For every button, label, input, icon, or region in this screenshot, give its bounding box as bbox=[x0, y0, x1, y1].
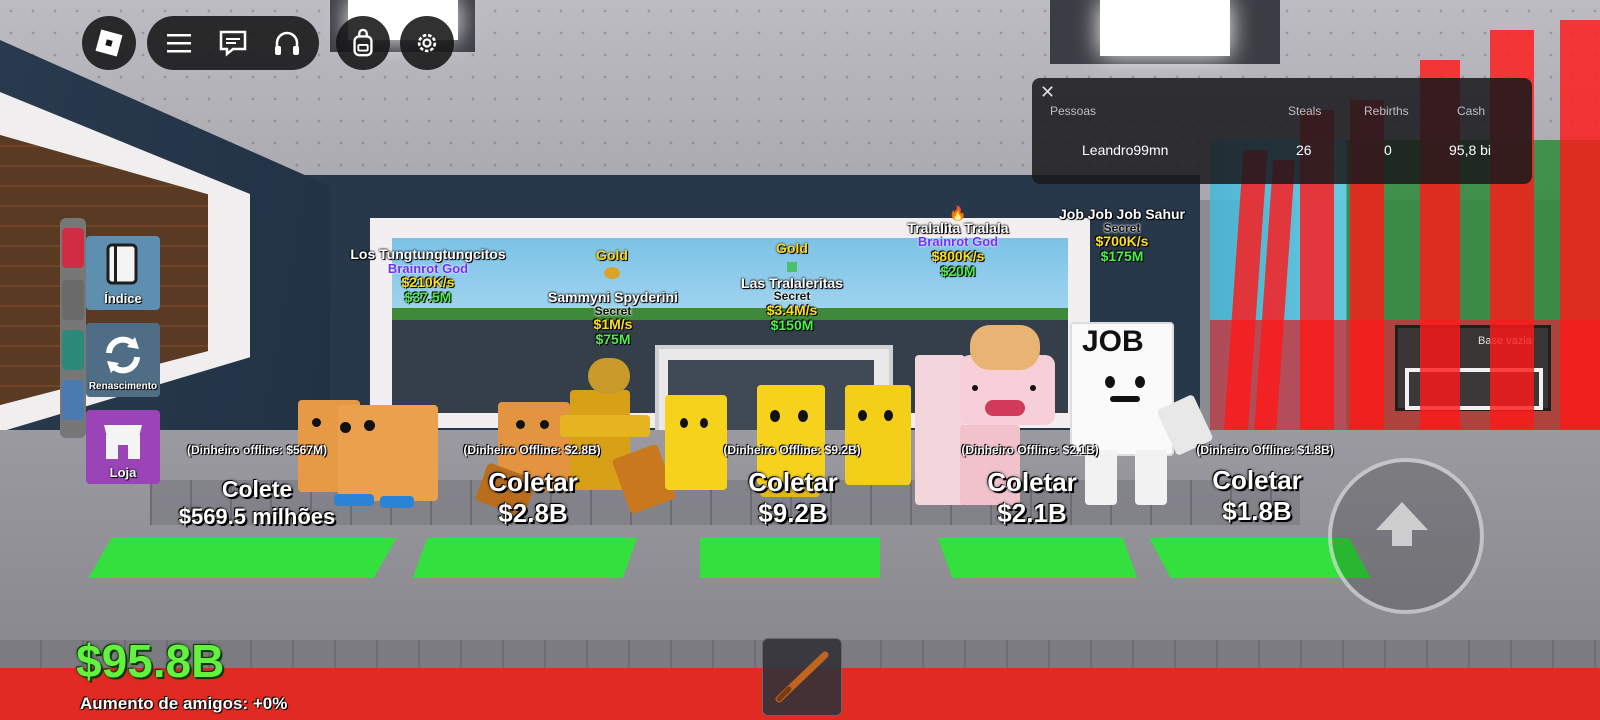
ceiling-light bbox=[1100, 0, 1230, 56]
brainrot-label: Sammyni Spyderini Secret $1M/s $75M bbox=[548, 290, 678, 347]
column-header-rebirths: Rebirths bbox=[1364, 104, 1409, 118]
collect-label[interactable]: Coletar $2.1B bbox=[987, 467, 1077, 529]
mutation-gold: Gold bbox=[776, 240, 808, 256]
brainrot-value: $75M bbox=[595, 330, 631, 347]
brainrot-value: $175M bbox=[1100, 247, 1144, 264]
collect-pad[interactable] bbox=[937, 538, 1138, 578]
cash-display: $95.8B bbox=[76, 635, 225, 687]
backpack-button[interactable] bbox=[336, 16, 390, 70]
collect-action: Colete bbox=[221, 476, 293, 502]
collect-pad[interactable] bbox=[88, 538, 397, 578]
roblox-menu-button[interactable] bbox=[82, 16, 136, 70]
index-label: Índice bbox=[104, 291, 142, 306]
index-button[interactable]: Índice bbox=[86, 236, 160, 310]
top-menu-bar bbox=[147, 16, 319, 70]
brainrot-rate: $800K/s bbox=[931, 248, 985, 265]
collect-amount: $2.1B bbox=[997, 498, 1067, 529]
book-icon bbox=[106, 243, 138, 285]
collect-amount: $569.5 milhões bbox=[178, 503, 336, 529]
leaderboard-panel: ✕ Pessoas Steals Rebirths Cash Leandro99… bbox=[1032, 78, 1532, 184]
brainrot-label: Los Tungtungtungcitos Brainrot God $210K… bbox=[350, 247, 505, 305]
collect-action: Coletar bbox=[987, 467, 1077, 497]
offline-money-label: (Dinheiro Offline: $9.2B) bbox=[723, 443, 861, 457]
jump-arrow-icon bbox=[1376, 502, 1428, 546]
brainrot-name: Los Tungtungtungcitos bbox=[350, 246, 506, 262]
offline-money-label: (Dinheiro offline: $567M) bbox=[186, 443, 328, 457]
collect-amount: $1.8B bbox=[1222, 496, 1292, 527]
brainrot-rate: $210K/s bbox=[401, 274, 455, 291]
brainrot-rate: $3.4M/s bbox=[766, 301, 818, 318]
brainrot-name: Sammyni Spyderini bbox=[548, 289, 678, 305]
gear-icon bbox=[417, 33, 437, 53]
roblox-logo-icon bbox=[95, 29, 123, 57]
jump-button[interactable] bbox=[1328, 458, 1484, 614]
column-header-cash: Cash bbox=[1457, 104, 1486, 118]
taco-icon bbox=[603, 266, 620, 279]
mutation-label: Gold bbox=[596, 248, 628, 279]
shop-button[interactable]: Loja bbox=[86, 410, 160, 484]
offline-money-label: (Dinheiro Offline: $2.1B) bbox=[961, 443, 1099, 457]
brainrot-name: Job Job Job Sahur bbox=[1058, 206, 1186, 222]
player-name: Leandro99mn bbox=[1082, 142, 1169, 158]
refresh-icon bbox=[106, 336, 140, 374]
player-rebirths: 0 bbox=[1384, 142, 1392, 158]
offline-money-label: (Dinheiro Offline: $2.8B) bbox=[463, 443, 601, 457]
offline-money-label: (Dinheiro Offline: $1.8B) bbox=[1196, 443, 1334, 457]
collect-amount: $2.8B bbox=[498, 498, 568, 529]
collect-label[interactable]: Coletar $9.2B bbox=[748, 467, 838, 529]
brainrot-rarity: Brainrot God bbox=[917, 234, 999, 250]
brainrot-rate: $1M/s bbox=[593, 316, 633, 333]
chat-bubble-icon[interactable] bbox=[217, 27, 249, 59]
headphones-icon[interactable] bbox=[271, 27, 303, 59]
settings-button[interactable] bbox=[400, 16, 454, 70]
fire-icon: 🔥 bbox=[949, 205, 967, 221]
collect-amount: $9.2B bbox=[758, 498, 828, 529]
brainrot-name: Tralalita Tralala bbox=[907, 219, 1009, 236]
hotbar-slot-1[interactable] bbox=[762, 638, 842, 716]
brainrot-label: 🔥 Tralalita Tralala Brainrot God $800K/s… bbox=[907, 206, 1008, 278]
brainrot-rate: $700K/s bbox=[1095, 233, 1149, 250]
brainrot-value: $37.5M bbox=[404, 289, 452, 306]
column-header-players: Pessoas bbox=[1050, 104, 1097, 118]
leaderboard-close-icon[interactable]: ✕ bbox=[1040, 82, 1055, 103]
friend-boost-label: Aumento de amigos: +0% bbox=[80, 694, 288, 713]
job-sign-text: JOB bbox=[1082, 325, 1144, 358]
mutation-icon bbox=[786, 261, 797, 272]
bat-icon bbox=[775, 651, 829, 703]
collect-label[interactable]: Colete $569.5 milhões bbox=[179, 476, 336, 530]
hamburger-menu-icon[interactable] bbox=[163, 27, 195, 59]
shop-icon bbox=[104, 425, 142, 459]
brainrot-value: $20M bbox=[940, 262, 976, 279]
rebirth-button[interactable]: Renascimento bbox=[86, 323, 160, 397]
mutation-gold: Gold bbox=[596, 247, 628, 263]
collect-action: Coletar bbox=[1212, 465, 1302, 495]
backpack-icon bbox=[353, 28, 373, 57]
brainrot-label: Job Job Job Sahur Secret $700K/s $175M bbox=[1059, 207, 1185, 264]
collect-action: Coletar bbox=[488, 467, 578, 497]
side-strip bbox=[60, 218, 86, 438]
collect-action: Coletar bbox=[748, 467, 838, 497]
collect-label[interactable]: Coletar $1.8B bbox=[1212, 465, 1302, 527]
brainrot-label: Gold Las Tralaleritas Secret $3.4M/s $15… bbox=[741, 241, 843, 332]
brainrot-value: $150M bbox=[770, 316, 814, 333]
column-header-steals: Steals bbox=[1288, 104, 1322, 118]
player-steals: 26 bbox=[1296, 142, 1312, 158]
player-cash: 95,8 bi bbox=[1449, 142, 1492, 158]
collect-label[interactable]: Coletar $2.8B bbox=[488, 467, 578, 529]
shop-label: Loja bbox=[109, 465, 137, 480]
collect-pad[interactable] bbox=[412, 538, 638, 578]
rebirth-label: Renascimento bbox=[88, 381, 158, 392]
collect-pad[interactable] bbox=[700, 538, 880, 578]
